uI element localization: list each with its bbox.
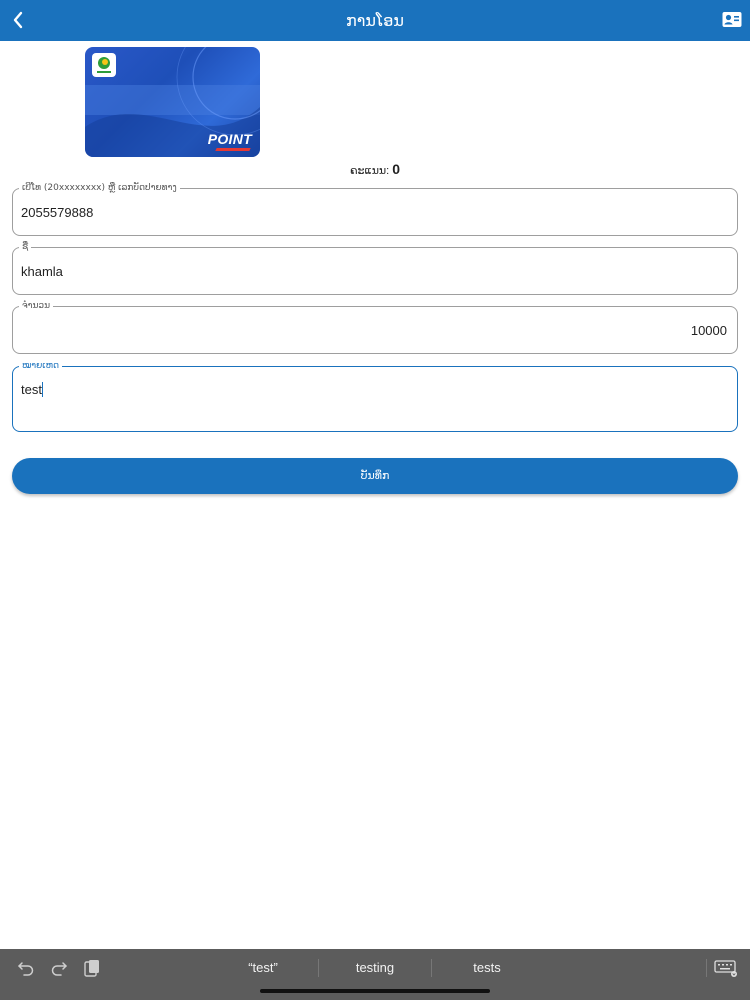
score-value: 0 — [392, 161, 401, 177]
paste-icon[interactable] — [82, 958, 102, 978]
name-field-value: khamla — [21, 264, 63, 279]
card-accent-line — [215, 148, 251, 151]
undo-icon[interactable] — [16, 958, 36, 978]
redo-icon[interactable] — [49, 958, 69, 978]
suggestion-divider — [318, 959, 319, 977]
amount-field[interactable]: ຈຳນວນ 10000 — [12, 300, 738, 354]
save-button[interactable]: ບັນທຶກ — [12, 458, 738, 494]
suggestion-divider — [431, 959, 432, 977]
home-indicator — [260, 989, 490, 993]
contact-card-icon[interactable] — [722, 11, 742, 28]
phone-field[interactable]: ເບີໂທ (20xxxxxxxx) ຫຼື ເລກບັດປາຍທາງ 2055… — [12, 182, 738, 236]
phone-field-value: 2055579888 — [21, 205, 94, 220]
card-brand-text: POINT — [207, 131, 252, 147]
amount-field-label: ຈຳນວນ — [19, 300, 54, 312]
suggestion-1[interactable]: “test” — [213, 960, 313, 975]
suggestion-2[interactable]: testing — [325, 960, 425, 975]
name-field-label: ຊື່ — [19, 241, 32, 253]
keyboard-divider — [706, 959, 707, 977]
note-field-content: test — [21, 382, 44, 397]
score-label: ຄະແນນ: — [349, 165, 390, 177]
score-display: ຄະແນນ: 0 — [0, 161, 750, 177]
text-caret — [41, 382, 44, 397]
transfer-screen: ການໂອນ POINT ຄະແນນ: 0 ເບີໂທ (20xxxxxxxx)… — [0, 0, 750, 1000]
point-card-image: POINT — [85, 47, 260, 157]
amount-field-value: 10000 — [690, 323, 727, 338]
suggestion-3[interactable]: tests — [437, 960, 537, 975]
phone-field-label: ເບີໂທ (20xxxxxxxx) ຫຼື ເລກບັດປາຍທາງ — [19, 182, 180, 194]
app-header: ການໂອນ — [0, 0, 750, 41]
brand-logo-icon — [92, 53, 116, 77]
keyboard-hide-icon[interactable] — [714, 958, 738, 978]
note-field-value: test — [21, 382, 42, 397]
name-field[interactable]: ຊື່ khamla — [12, 241, 738, 295]
note-field[interactable]: ໝາຍເຫດ test — [12, 360, 738, 432]
page-title: ການໂອນ — [346, 11, 404, 30]
note-field-label: ໝາຍເຫດ — [19, 360, 63, 372]
